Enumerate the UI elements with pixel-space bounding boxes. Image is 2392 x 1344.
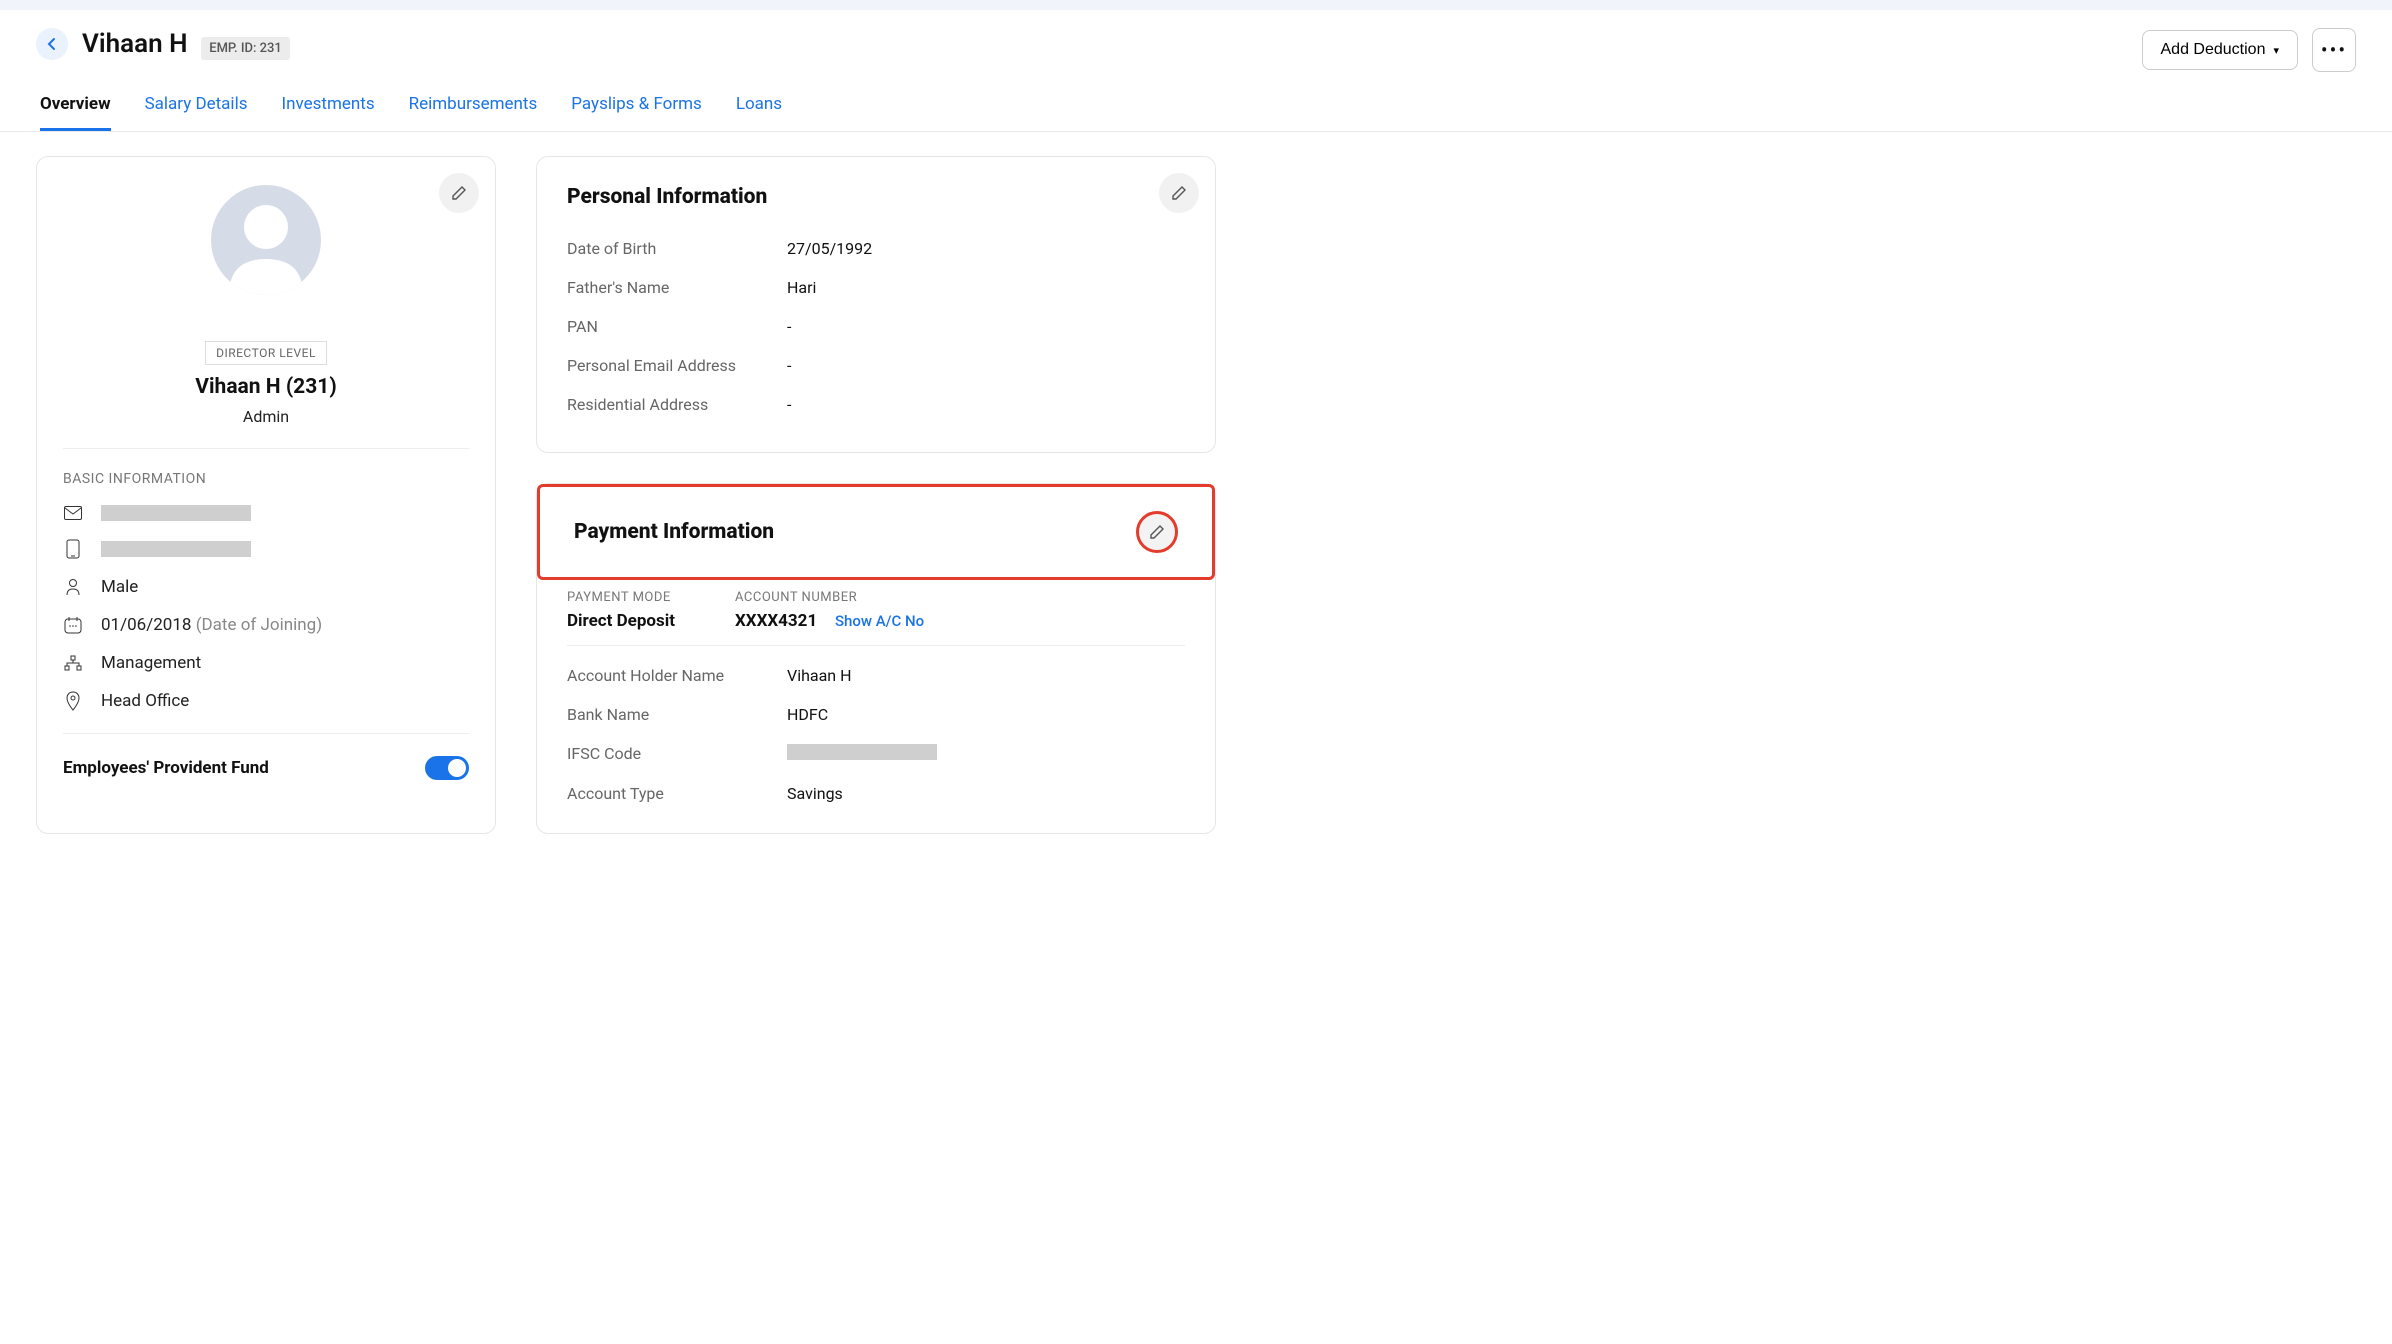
email-val: - [787,356,791,375]
divider [63,733,469,734]
page-title: Vihaan H [82,29,187,59]
bank-name-key: Bank Name [567,705,787,724]
chevron-left-icon [47,37,57,51]
ifsc-redacted [787,744,937,760]
tab-loans[interactable]: Loans [736,94,782,131]
email-redacted [101,505,251,521]
tab-salary-details[interactable]: Salary Details [145,94,248,131]
dob-key: Date of Birth [567,239,787,258]
email-row [63,505,469,521]
back-button[interactable] [36,28,68,60]
pencil-icon [1149,524,1165,540]
pan-val: - [787,317,791,336]
show-account-link[interactable]: Show A/C No [835,612,924,630]
personal-info-card: Personal Information Date of Birth27/05/… [536,156,1216,453]
tabs: Overview Salary Details Investments Reim… [0,72,2392,132]
caret-down-icon: ▾ [2273,44,2279,57]
phone-row [63,539,469,559]
gender-row: Male [63,577,469,597]
account-number-value: XXXX4321 [735,611,817,631]
phone-redacted [101,541,251,557]
employee-name: Vihaan H (231) [195,375,336,399]
address-val: - [787,395,791,414]
department-row: Management [63,653,469,673]
tab-reimbursements[interactable]: Reimbursements [409,94,538,131]
bank-name-val: HDFC [787,705,828,724]
dob-val: 27/05/1992 [787,239,872,258]
doj-value: 01/06/2018 (Date of Joining) [101,615,322,635]
epf-toggle[interactable] [425,756,469,780]
person-outline-icon [63,578,83,596]
ifsc-key: IFSC Code [567,744,787,764]
tab-payslips-forms[interactable]: Payslips & Forms [571,94,702,131]
ifsc-val [787,744,937,764]
add-deduction-label: Add Deduction [2161,41,2266,59]
pencil-icon [1171,185,1187,201]
person-icon [211,185,321,295]
email-key: Personal Email Address [567,356,787,375]
personal-info-title: Personal Information [567,185,1185,209]
pencil-icon [451,185,467,201]
divider [63,448,469,449]
mail-icon [63,506,83,520]
emp-id-badge: EMP. ID: 231 [201,37,290,60]
more-icon: ••• [2321,38,2347,62]
doj-date: 01/06/2018 [101,615,191,635]
location-row: Head Office [63,691,469,711]
payment-mode-value: Direct Deposit [567,611,675,631]
account-number-label: ACCOUNT NUMBER [735,590,924,605]
location-value: Head Office [101,691,189,711]
profile-card: DIRECTOR LEVEL Vihaan H (231) Admin BASI… [36,156,496,834]
edit-payment-button[interactable] [1136,511,1178,553]
payment-info-title: Payment Information [574,520,774,544]
level-badge: DIRECTOR LEVEL [205,341,327,365]
address-key: Residential Address [567,395,787,414]
doj-hint: (Date of Joining) [196,615,322,635]
epf-label: Employees' Provident Fund [63,758,269,778]
tab-overview[interactable]: Overview [40,94,111,131]
acct-type-key: Account Type [567,784,787,803]
divider [567,645,1185,646]
edit-personal-button[interactable] [1159,173,1199,213]
father-key: Father's Name [567,278,787,297]
father-val: Hari [787,278,816,297]
payment-mode-label: PAYMENT MODE [567,590,675,605]
edit-profile-button[interactable] [439,173,479,213]
phone-icon [63,539,83,559]
payment-highlight-box: Payment Information [537,484,1215,580]
acct-type-val: Savings [787,784,843,803]
gender-value: Male [101,577,138,597]
acct-holder-key: Account Holder Name [567,666,787,685]
employee-role: Admin [243,407,289,426]
avatar [211,185,321,295]
more-button[interactable]: ••• [2312,28,2356,72]
acct-holder-val: Vihaan H [787,666,852,685]
basic-info-label: BASIC INFORMATION [63,471,469,487]
doj-row: 01/06/2018 (Date of Joining) [63,615,469,635]
department-value: Management [101,653,201,673]
location-icon [63,691,83,711]
calendar-icon [63,616,83,634]
pan-key: PAN [567,317,787,336]
payment-info-card: Payment Information PAYMENT MODE Direct … [536,483,1216,834]
org-icon [63,655,83,671]
tab-investments[interactable]: Investments [281,94,374,131]
add-deduction-button[interactable]: Add Deduction ▾ [2142,30,2299,70]
